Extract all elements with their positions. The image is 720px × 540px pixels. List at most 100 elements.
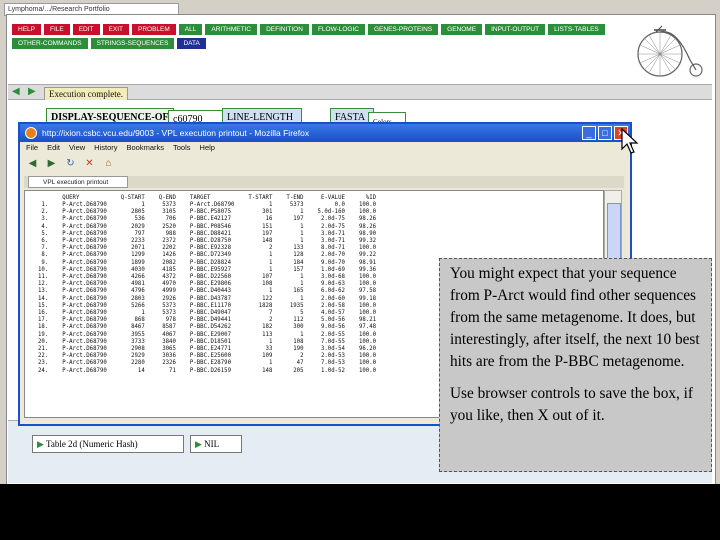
back-arrow-icon[interactable]: ◀: [12, 87, 22, 97]
table-cell: P-Arct.D68790: [62, 259, 107, 266]
table-cell: 16.: [38, 310, 49, 317]
table-cell: 99.22: [358, 252, 377, 259]
menu-button-genome[interactable]: GENOME: [441, 24, 483, 35]
table-cell: 3840: [162, 338, 176, 345]
forward-arrow-icon[interactable]: ▶: [28, 87, 38, 97]
minimize-button[interactable]: _: [582, 126, 596, 140]
mouse-cursor-icon: [621, 128, 639, 154]
table-cell: 4796: [131, 288, 145, 295]
table-cell: 1.0d-52: [320, 367, 345, 374]
table-cell: 14: [137, 367, 145, 374]
table-cell: 100.0: [358, 209, 377, 216]
table-cell: P-Arct.D68790: [62, 338, 107, 345]
table-cell: 1: [268, 259, 273, 266]
firefox-menu-edit[interactable]: Edit: [47, 142, 60, 154]
table-cell: 4999: [162, 288, 176, 295]
table-cell: 2520: [162, 223, 176, 230]
menu-button-strings-sequences[interactable]: STRINGS-SEQUENCES: [90, 38, 175, 49]
table-cell: 98.90: [358, 230, 377, 237]
firefox-menu-file[interactable]: File: [26, 142, 38, 154]
firefox-menu-help[interactable]: Help: [200, 142, 215, 154]
table-cell: 12.: [38, 281, 49, 288]
nil-label: NIL: [204, 439, 220, 449]
table-cell: 2908: [131, 346, 145, 353]
table-cell: 536: [134, 216, 145, 223]
menu-button-all[interactable]: ALL: [178, 24, 203, 35]
menu-button-file[interactable]: FILE: [43, 24, 70, 35]
table-cell: 1: [141, 202, 145, 208]
firefox-tab[interactable]: VPL execution printout: [28, 176, 128, 188]
home-icon[interactable]: ⌂: [102, 157, 115, 170]
table-row: 10. P-Arct.D68790 4030 4185 P-BBC.E95927 1 157…: [31, 267, 383, 274]
table-cell: 1: [300, 281, 304, 288]
menu-button-row: OTHER-COMMANDS STRINGS-SEQUENCES DATA: [12, 38, 632, 49]
column-header: T-END: [286, 195, 304, 201]
table-cell: 184: [293, 259, 304, 266]
table-cell: 16: [265, 216, 273, 223]
table-cell: 1.0d-69: [320, 266, 345, 273]
table-cell: P-Arct.D68790: [62, 209, 107, 216]
table-cell: P-BBC.D72349: [189, 252, 231, 259]
table-row: 23. P-Arct.D68790 2280 2326 P-BBC.E28790 1 47 7…: [31, 360, 383, 367]
table-cell: P-Arct.D68790: [62, 317, 107, 324]
annotation-callout: You might expect that your sequence from…: [439, 258, 712, 472]
menu-button-other-commands[interactable]: OTHER-COMMANDS: [12, 38, 88, 49]
firefox-tab-bar: VPL execution printout: [24, 176, 624, 188]
table-cell: 1: [300, 223, 304, 230]
table-cell: 3.0d-68: [320, 274, 345, 281]
back-icon[interactable]: ◀: [26, 157, 39, 170]
table-cell: 1: [268, 252, 273, 259]
menu-button-genes-proteins[interactable]: GENES-PROTEINS: [368, 24, 439, 35]
table-cell: 107: [262, 274, 273, 281]
table-cell: P-BBC.D28750: [189, 238, 231, 245]
table-cell: 100.0: [358, 310, 377, 317]
menu-button-lists-tables[interactable]: LISTS-TABLES: [548, 24, 605, 35]
menu-button-help[interactable]: HELP: [12, 24, 41, 35]
stop-icon[interactable]: ✕: [83, 157, 96, 170]
firefox-menu-history[interactable]: History: [94, 142, 117, 154]
table-cell: 11.: [38, 274, 49, 281]
table-cell: 1: [300, 209, 304, 216]
table-cell: 2: [300, 353, 304, 360]
table-cell: 4372: [162, 274, 176, 281]
menu-button-arithmetic[interactable]: ARITHMETIC: [205, 24, 258, 35]
menu-button-definition[interactable]: DEFINITION: [260, 24, 309, 35]
menu-button-data[interactable]: DATA: [177, 38, 206, 49]
table-cell: P-BBC.P08546: [189, 223, 231, 230]
table-cell: 4266: [131, 274, 145, 281]
table-cell: 1: [268, 266, 273, 273]
menu-button-edit[interactable]: EDIT: [72, 24, 100, 35]
table-cell: 3733: [131, 338, 145, 345]
menu-button-flow-logic[interactable]: FLOW-LOGIC: [311, 24, 365, 35]
table-cell: 3105: [162, 209, 176, 216]
reload-icon[interactable]: ↻: [64, 157, 77, 170]
table-cell: 100.0: [358, 360, 377, 367]
firefox-menu-bookmarks[interactable]: Bookmarks: [127, 142, 165, 154]
table-cell: 190: [293, 346, 304, 353]
firefox-menu-view[interactable]: View: [69, 142, 85, 154]
table-cell: 8.: [41, 252, 49, 259]
table-cell: 122: [262, 295, 273, 302]
table-cell: 47: [296, 360, 304, 367]
table-2d-box[interactable]: ▶ Table 2d (Numeric Hash): [32, 435, 184, 453]
table-cell: 1426: [162, 252, 176, 259]
table-cell: 2803: [131, 295, 145, 302]
menu-button-exit[interactable]: EXIT: [102, 24, 129, 35]
table-cell: 2029: [131, 223, 145, 230]
menu-button-input-output[interactable]: INPUT-OUTPUT: [485, 24, 546, 35]
firefox-menu-tools[interactable]: Tools: [173, 142, 191, 154]
nil-box[interactable]: ▶ NIL: [190, 435, 242, 453]
menu-button-problem[interactable]: PROBLEM: [131, 24, 176, 35]
maximize-button[interactable]: □: [598, 126, 612, 140]
table-cell: 5266: [131, 302, 145, 309]
table-cell: 7.0d-53: [320, 360, 345, 367]
forward-icon[interactable]: ▶: [45, 157, 58, 170]
table-cell: P-Arct.D68790: [62, 288, 107, 295]
table-cell: 182: [262, 324, 273, 331]
table-cell: 7.: [41, 245, 49, 252]
firefox-title-bar[interactable]: http://ixion.csbc.vcu.edu/9003 - VPL exe…: [20, 124, 630, 142]
table-cell: 23.: [38, 360, 49, 367]
table-cell: P-Arct.D68790: [189, 202, 235, 208]
table-row: 1. P-Arct.D68790 1 5373 P-Arct.D68790 1 5373 0.…: [31, 202, 383, 209]
table-cell: 19.: [38, 331, 49, 338]
